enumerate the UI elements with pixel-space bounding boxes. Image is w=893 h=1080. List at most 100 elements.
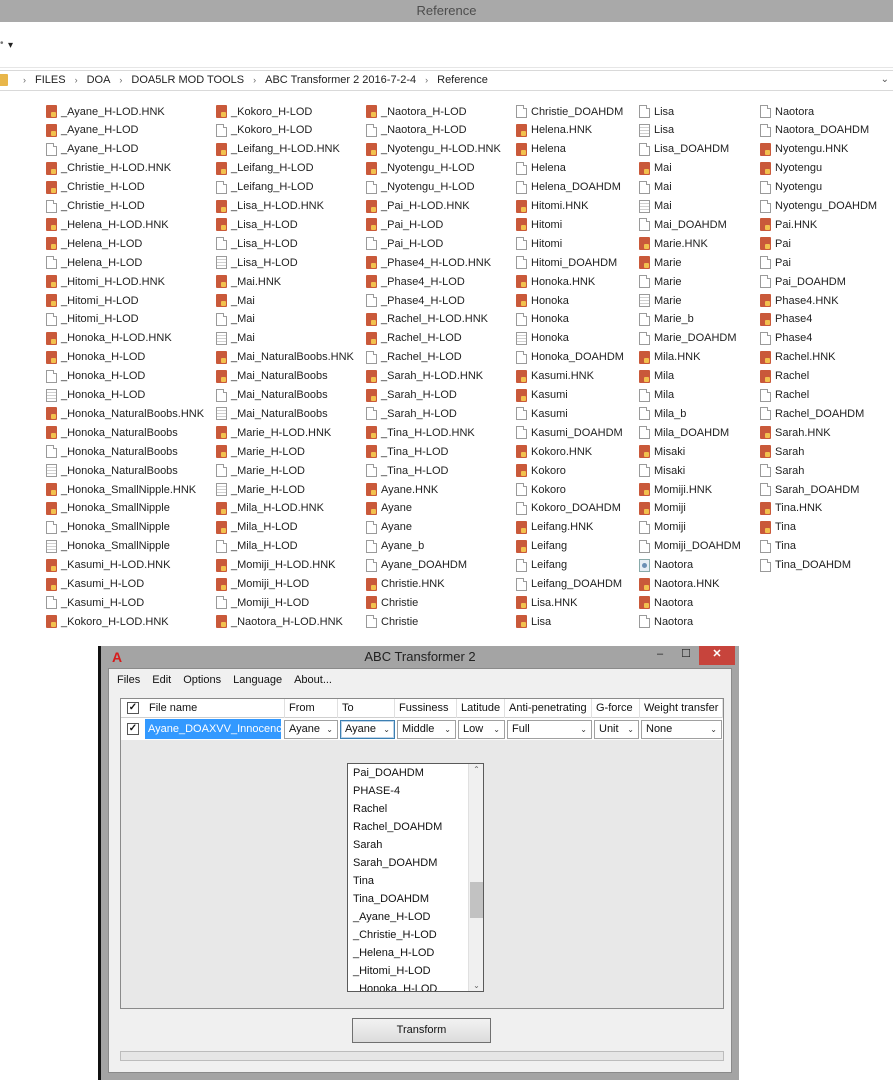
file-item[interactable]: _Lisa_H-LOD	[216, 234, 298, 253]
file-item[interactable]: _Naotora_H-LOD.HNK	[216, 612, 343, 631]
file-item[interactable]: Honoka_DOAHDM	[516, 348, 624, 367]
file-item[interactable]: Rachel	[760, 386, 809, 405]
file-item[interactable]: Marie_DOAHDM	[639, 329, 737, 348]
file-item[interactable]: _Lisa_H-LOD.HNK	[216, 197, 324, 216]
file-item[interactable]: Nyotengu	[760, 178, 822, 197]
file-item[interactable]: Mai	[639, 159, 672, 178]
file-item[interactable]: _Leifang_H-LOD	[216, 159, 314, 178]
file-item[interactable]: Lisa	[639, 102, 674, 121]
file-item[interactable]: _Rachel_H-LOD.HNK	[366, 310, 488, 329]
column-to[interactable]: To	[338, 699, 395, 718]
dropdown-option[interactable]: PHASE-4	[348, 782, 483, 800]
file-item[interactable]: _Leifang_H-LOD	[216, 178, 314, 197]
file-item[interactable]: Christie_DOAHDM	[516, 102, 623, 121]
file-item[interactable]: Rachel	[760, 367, 809, 386]
file-item[interactable]: Pai.HNK	[760, 215, 817, 234]
customize-toolbar-icon[interactable]: ▾	[8, 40, 13, 51]
file-item[interactable]: _Lisa_H-LOD	[216, 253, 298, 272]
file-item[interactable]: _Marie_H-LOD	[216, 480, 305, 499]
dropdown-option[interactable]: _Christie_H-LOD	[348, 926, 483, 944]
file-item[interactable]: _Honoka_H-LOD.HNK	[46, 329, 172, 348]
file-item[interactable]: Tina_DOAHDM	[760, 556, 851, 575]
file-item[interactable]: Ayane_b	[366, 537, 424, 556]
file-item[interactable]: _Christie_H-LOD	[46, 178, 145, 197]
file-item[interactable]: _Phase4_H-LOD.HNK	[366, 253, 491, 272]
file-item[interactable]: Marie_b	[639, 310, 694, 329]
file-item[interactable]: Helena	[516, 140, 566, 159]
file-item[interactable]: Christie.HNK	[366, 575, 445, 594]
file-item[interactable]: _Momiji_H-LOD	[216, 593, 309, 612]
file-item[interactable]: _Helena_H-LOD	[46, 234, 142, 253]
file-item[interactable]: Nyotengu.HNK	[760, 140, 848, 159]
breadcrumb-item[interactable]: FILES	[35, 74, 66, 86]
file-item[interactable]: Naotora	[760, 102, 814, 121]
file-item[interactable]: _Honoka_H-LOD	[46, 386, 145, 405]
file-item[interactable]: Sarah_DOAHDM	[760, 480, 859, 499]
menu-files[interactable]: Files	[117, 674, 140, 686]
file-item[interactable]: _Nyotengu_H-LOD	[366, 159, 475, 178]
file-item[interactable]: _Mai_NaturalBoobs.HNK	[216, 348, 354, 367]
dropdown-option[interactable]: _Honoka_H-LOD	[348, 980, 483, 991]
file-item[interactable]: Kasumi.HNK	[516, 367, 594, 386]
file-item[interactable]: Naotora_DOAHDM	[760, 121, 869, 140]
file-item[interactable]: _Mai_NaturalBoobs	[216, 404, 328, 423]
dropdown-scrollbar[interactable]: ⌃ ⌄	[468, 764, 483, 991]
file-item[interactable]: Leifang	[516, 537, 567, 556]
fussiness-select[interactable]: Middle ⌄	[397, 720, 456, 739]
file-item[interactable]: Misaki	[639, 461, 685, 480]
table-row[interactable]: ✓ Ayane_DOAXVV_Innocence. Ayane ⌄ Ayane ⌄ …	[121, 718, 723, 740]
file-item[interactable]: _Kasumi_H-LOD	[46, 575, 144, 594]
scroll-thumb[interactable]	[470, 882, 483, 918]
file-item[interactable]: _Honoka_SmallNipple	[46, 537, 170, 556]
file-item[interactable]: _Nyotengu_H-LOD.HNK	[366, 140, 501, 159]
file-item[interactable]: _Naotora_H-LOD	[366, 102, 467, 121]
file-item[interactable]: Nyotengu_DOAHDM	[760, 197, 877, 216]
file-item[interactable]: Phase4	[760, 329, 812, 348]
breadcrumb-item[interactable]: DOA5LR MOD TOOLS	[131, 74, 244, 86]
file-item[interactable]: _Honoka_SmallNipple.HNK	[46, 480, 196, 499]
file-item[interactable]: Tina	[760, 537, 796, 556]
file-item[interactable]: Leifang_DOAHDM	[516, 575, 622, 594]
dropdown-option[interactable]: Sarah	[348, 836, 483, 854]
file-item[interactable]: Hitomi_DOAHDM	[516, 253, 617, 272]
file-item[interactable]: Tina	[760, 518, 796, 537]
file-item[interactable]: _Tina_H-LOD.HNK	[366, 423, 475, 442]
to-select[interactable]: Ayane ⌄	[340, 720, 395, 739]
file-item[interactable]: _Mai	[216, 291, 255, 310]
file-item[interactable]: _Lisa_H-LOD	[216, 215, 298, 234]
file-item[interactable]: _Nyotengu_H-LOD	[366, 178, 475, 197]
file-item[interactable]: Leifang.HNK	[516, 518, 593, 537]
close-button[interactable]: ✕	[699, 646, 735, 665]
file-item[interactable]: _Kasumi_H-LOD	[46, 593, 144, 612]
column-anti-penetrating[interactable]: Anti-penetrating	[505, 699, 592, 718]
file-item[interactable]: Kokoro	[516, 480, 566, 499]
file-item[interactable]: _Mila_H-LOD	[216, 537, 298, 556]
column-file-name[interactable]: File name	[145, 699, 285, 718]
file-item[interactable]: Helena_DOAHDM	[516, 178, 621, 197]
file-item[interactable]: Naotora	[639, 593, 693, 612]
column-latitude[interactable]: Latitude	[457, 699, 505, 718]
file-item[interactable]: _Honoka_SmallNipple	[46, 499, 170, 518]
from-select[interactable]: Ayane ⌄	[284, 720, 338, 739]
file-item[interactable]: Kasumi	[516, 386, 568, 405]
file-item[interactable]: Tina.HNK	[760, 499, 822, 518]
file-item[interactable]: Momiji.HNK	[639, 480, 712, 499]
file-item[interactable]: Mila_b	[639, 404, 686, 423]
file-item[interactable]: _Kasumi_H-LOD.HNK	[46, 556, 170, 575]
g-force-select[interactable]: Unit ⌄	[594, 720, 639, 739]
file-item[interactable]: _Honoka_NaturalBoobs	[46, 461, 178, 480]
file-item[interactable]: Mai	[639, 178, 672, 197]
file-item[interactable]: Nyotengu	[760, 159, 822, 178]
file-item[interactable]: _Mai_NaturalBoobs	[216, 367, 328, 386]
dropdown-option[interactable]: Rachel_DOAHDM	[348, 818, 483, 836]
dropdown-option[interactable]: Tina	[348, 872, 483, 890]
file-item[interactable]: Naotora	[639, 612, 693, 631]
file-item[interactable]: _Honoka_NaturalBoobs.HNK	[46, 404, 204, 423]
dropdown-option[interactable]: _Ayane_H-LOD	[348, 908, 483, 926]
dropdown-option[interactable]: Rachel	[348, 800, 483, 818]
file-item[interactable]: Ayane_DOAHDM	[366, 556, 467, 575]
file-item[interactable]: Misaki	[639, 442, 685, 461]
file-item[interactable]: Christie	[366, 612, 418, 631]
file-item[interactable]: _Mai	[216, 329, 255, 348]
menu-options[interactable]: Options	[183, 674, 221, 686]
